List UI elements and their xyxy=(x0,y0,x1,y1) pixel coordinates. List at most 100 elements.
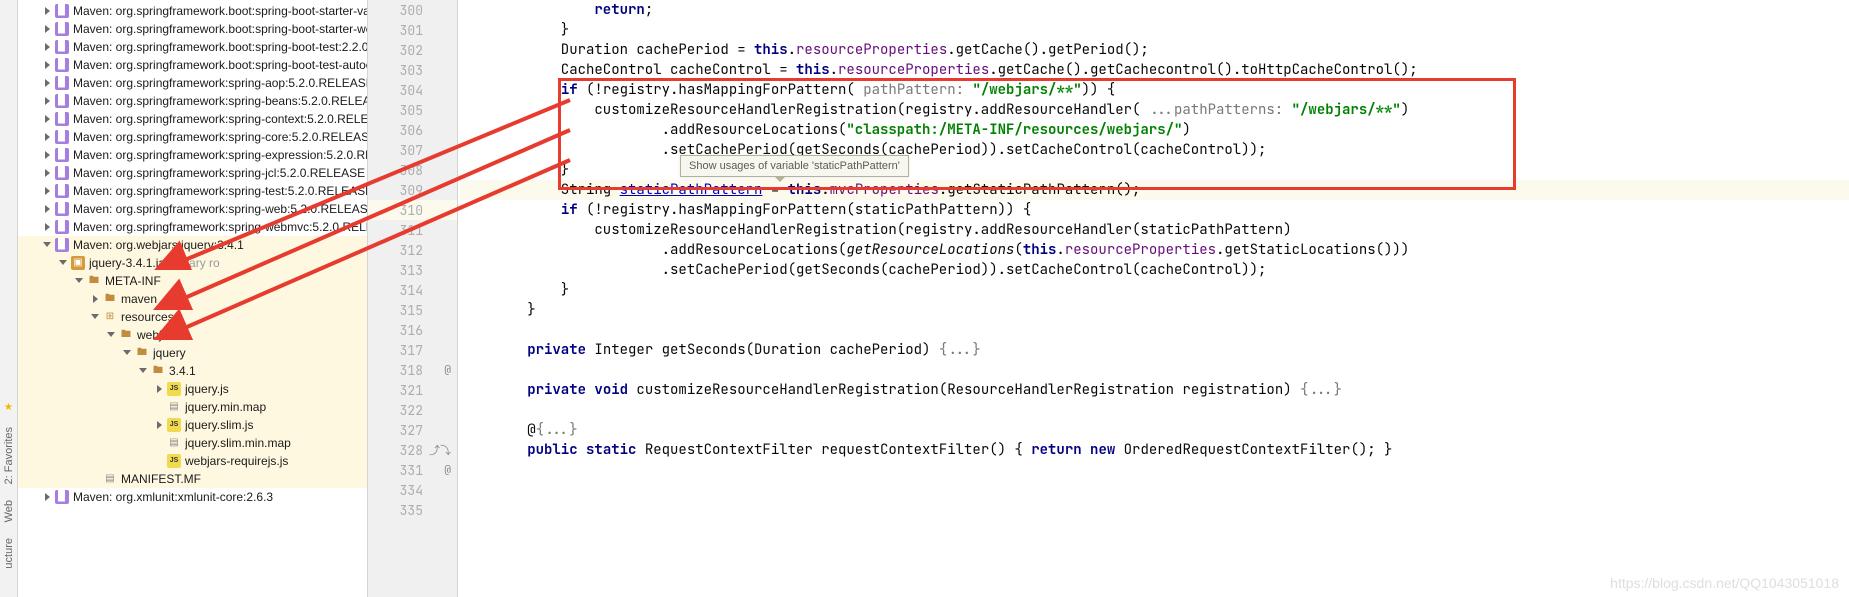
tree-row[interactable]: ▤jquery.slim.min.map xyxy=(18,434,367,452)
tree-row[interactable]: ▉Maven: org.springframework:spring-jcl:5… xyxy=(18,164,367,182)
line-number[interactable]: 310 xyxy=(368,200,457,220)
tree-row[interactable]: 🖿META-INF xyxy=(18,272,367,290)
line-number[interactable]: 327 xyxy=(368,420,457,440)
tree-row[interactable]: JSjquery.js xyxy=(18,380,367,398)
structure-tab[interactable]: ucture xyxy=(3,538,15,569)
tree-row[interactable]: ▣jquery-3.4.1.jarlibrary ro xyxy=(18,254,367,272)
tree-arrow-icon[interactable] xyxy=(75,276,85,286)
project-tree[interactable]: ▉Maven: org.springframework.boot:spring-… xyxy=(18,0,368,597)
tree-arrow-icon[interactable] xyxy=(43,204,53,214)
tree-arrow-icon[interactable] xyxy=(43,150,53,160)
tree-row[interactable]: 🖿webjars xyxy=(18,326,367,344)
tree-row[interactable]: ▉Maven: org.springframework.boot:spring-… xyxy=(18,56,367,74)
gutter-mark-icon[interactable]: @ xyxy=(444,363,451,377)
line-number[interactable]: 321 xyxy=(368,380,457,400)
tree-row[interactable]: ▉Maven: org.springframework:spring-core:… xyxy=(18,128,367,146)
tree-label: jquery.min.map xyxy=(185,398,266,416)
line-number[interactable]: 300 xyxy=(368,0,457,20)
line-number[interactable]: 311 xyxy=(368,220,457,240)
line-number[interactable]: 305 xyxy=(368,100,457,120)
tree-label: resources xyxy=(121,308,174,326)
lib-icon: ▉ xyxy=(55,76,69,90)
tree-row[interactable]: 🖿maven xyxy=(18,290,367,308)
tree-row[interactable]: ▉Maven: org.springframework:spring-conte… xyxy=(18,110,367,128)
lib-icon: ▉ xyxy=(55,220,69,234)
tree-row[interactable]: ▉Maven: org.springframework:spring-expre… xyxy=(18,146,367,164)
tree-row[interactable]: 🖿3.4.1 xyxy=(18,362,367,380)
tree-arrow-icon[interactable] xyxy=(43,222,53,232)
tree-arrow-icon[interactable] xyxy=(43,186,53,196)
tree-arrow-icon[interactable] xyxy=(43,60,53,70)
line-number[interactable]: 313 xyxy=(368,260,457,280)
line-number[interactable]: 331@ xyxy=(368,460,457,480)
tree-row[interactable]: ▤MANIFEST.MF xyxy=(18,470,367,488)
line-number[interactable]: 314 xyxy=(368,280,457,300)
tree-row[interactable]: ▉Maven: org.springframework:spring-test:… xyxy=(18,182,367,200)
line-number[interactable]: 304 xyxy=(368,80,457,100)
tree-row[interactable]: ▉Maven: org.springframework:spring-web:5… xyxy=(18,200,367,218)
file-icon: ▤ xyxy=(167,400,181,414)
tree-arrow-icon[interactable] xyxy=(59,258,69,268)
folder-icon: 🖿 xyxy=(103,292,117,306)
tree-arrow-icon[interactable] xyxy=(139,366,149,376)
tree-arrow-icon[interactable] xyxy=(43,240,53,250)
line-number[interactable]: 301 xyxy=(368,20,457,40)
tree-label: jquery-3.4.1.jar xyxy=(89,254,169,272)
line-number[interactable]: 303 xyxy=(368,60,457,80)
tree-arrow-icon[interactable] xyxy=(43,168,53,178)
tree-row[interactable]: 🖿jquery xyxy=(18,344,367,362)
tree-arrow-icon[interactable] xyxy=(91,294,101,304)
tree-arrow-icon[interactable] xyxy=(43,42,53,52)
line-number[interactable]: 317 xyxy=(368,340,457,360)
tree-arrow-icon[interactable] xyxy=(107,330,117,340)
tree-arrow-icon[interactable] xyxy=(43,96,53,106)
tree-arrow-icon[interactable] xyxy=(43,114,53,124)
tree-row[interactable]: ▉Maven: org.webjars:jquery:3.4.1 xyxy=(18,236,367,254)
line-number[interactable]: 316 xyxy=(368,320,457,340)
tree-label: webjars xyxy=(137,326,178,344)
line-number[interactable]: 335 xyxy=(368,500,457,520)
tree-arrow-icon[interactable] xyxy=(91,312,101,322)
web-tab[interactable]: Web xyxy=(3,500,15,522)
gutter-mark-icon[interactable]: @ xyxy=(444,463,451,477)
tree-row[interactable]: ▉Maven: org.xmlunit:xmlunit-core:2.6.3 xyxy=(18,488,367,506)
tree-row[interactable]: ▉Maven: org.springframework.boot:spring-… xyxy=(18,38,367,56)
tree-label: Maven: org.springframework:spring-aop:5.… xyxy=(73,74,368,92)
lib-icon: ▉ xyxy=(55,94,69,108)
tree-arrow-icon[interactable] xyxy=(43,132,53,142)
favorites-tab[interactable]: 2: Favorites xyxy=(3,427,15,484)
tree-row[interactable]: ⊞ resources xyxy=(18,308,367,326)
line-number[interactable]: 308 xyxy=(368,160,457,180)
tree-arrow-icon[interactable] xyxy=(155,420,165,430)
tree-row[interactable]: ▉Maven: org.springframework.boot:spring-… xyxy=(18,2,367,20)
gutter-mark-icon[interactable]: ⤴⤵ xyxy=(429,442,451,458)
tree-arrow-icon[interactable] xyxy=(43,492,53,502)
editor-gutter[interactable]: 3003013023033043053063073083093103113123… xyxy=(368,0,458,597)
tree-arrow-icon[interactable] xyxy=(155,384,165,394)
tree-arrow-icon[interactable] xyxy=(123,348,133,358)
tree-arrow-icon[interactable] xyxy=(43,24,53,34)
line-number[interactable]: 307 xyxy=(368,140,457,160)
tree-arrow-icon[interactable] xyxy=(43,6,53,16)
code-editor[interactable]: return; } Duration cachePeriod = this.re… xyxy=(458,0,1849,597)
lib-icon: ▉ xyxy=(55,202,69,216)
tree-row[interactable]: ▤ jquery.min.map xyxy=(18,398,367,416)
tree-row[interactable]: ▉Maven: org.springframework:spring-webmv… xyxy=(18,218,367,236)
line-number[interactable]: 306 xyxy=(368,120,457,140)
line-number[interactable]: 312 xyxy=(368,240,457,260)
tree-row[interactable]: JSjquery.slim.js xyxy=(18,416,367,434)
lib-icon: ▉ xyxy=(55,58,69,72)
line-number[interactable]: 318@ xyxy=(368,360,457,380)
line-number[interactable]: 302 xyxy=(368,40,457,60)
tree-row[interactable]: ▉Maven: org.springframework:spring-beans… xyxy=(18,92,367,110)
tree-row[interactable]: ▉Maven: org.springframework.boot:spring-… xyxy=(18,20,367,38)
tree-row[interactable]: ▉ Maven: org.springframework:spring-aop:5… xyxy=(18,74,367,92)
line-number[interactable]: 309 xyxy=(368,180,457,200)
line-number[interactable]: 334 xyxy=(368,480,457,500)
tree-arrow-icon[interactable] xyxy=(43,78,53,88)
line-number[interactable]: 322 xyxy=(368,400,457,420)
tree-row[interactable]: JSwebjars-requirejs.js xyxy=(18,452,367,470)
line-number[interactable]: 315 xyxy=(368,300,457,320)
line-number[interactable]: 328⤴⤵ xyxy=(368,440,457,460)
pkg-icon: ⊞ xyxy=(103,310,117,324)
